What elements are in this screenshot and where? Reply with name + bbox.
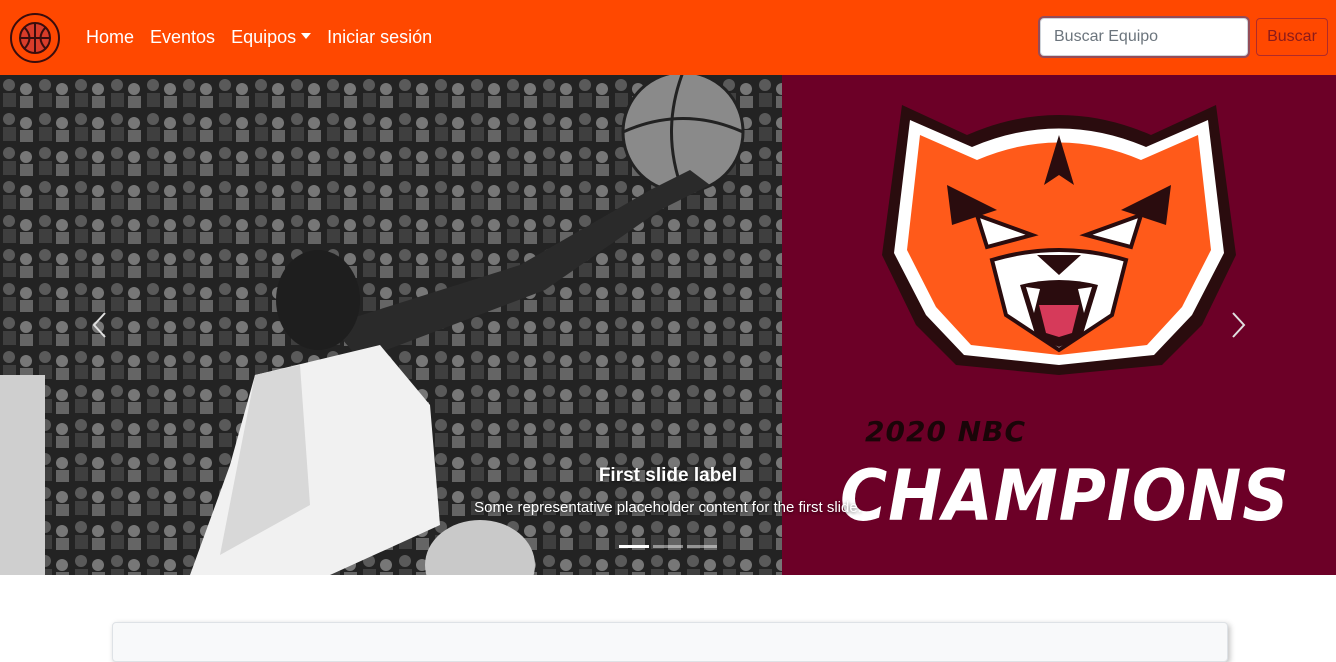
- carousel-next-button[interactable]: [1224, 300, 1254, 350]
- carousel-prev-button[interactable]: [84, 300, 114, 350]
- nav-equipos-dropdown[interactable]: Equipos: [223, 27, 319, 48]
- brand-logo[interactable]: [10, 13, 60, 63]
- carousel-indicators: [619, 545, 717, 548]
- nav-links: Home Eventos Equipos Iniciar sesión: [78, 0, 440, 75]
- nav-iniciar-sesion[interactable]: Iniciar sesión: [319, 27, 440, 48]
- search-form: Buscar: [1040, 18, 1328, 56]
- content-card: [112, 622, 1228, 662]
- navbar: Home Eventos Equipos Iniciar sesión Busc…: [0, 0, 1336, 75]
- logo-year-text: 2020 NBC: [865, 415, 1027, 448]
- chevron-left-icon: [92, 312, 106, 338]
- carousel-indicator-2[interactable]: [653, 545, 683, 548]
- carousel-indicator-3[interactable]: [687, 545, 717, 548]
- nav-equipos-label: Equipos: [231, 27, 297, 47]
- basketball-icon: [19, 22, 51, 54]
- hero-carousel: 2020 NBC CHAMPIONS First slide label Som…: [0, 75, 1336, 575]
- nav-eventos[interactable]: Eventos: [142, 27, 223, 48]
- search-input[interactable]: [1040, 18, 1248, 56]
- caption-text: Some representative placeholder content …: [474, 499, 862, 516]
- caret-down-icon: [301, 33, 312, 39]
- chevron-right-icon: [1232, 312, 1246, 338]
- carousel-indicator-1[interactable]: [619, 545, 649, 548]
- nav-home[interactable]: Home: [78, 27, 142, 48]
- caption-title: First slide label: [598, 465, 738, 486]
- search-button[interactable]: Buscar: [1256, 18, 1328, 56]
